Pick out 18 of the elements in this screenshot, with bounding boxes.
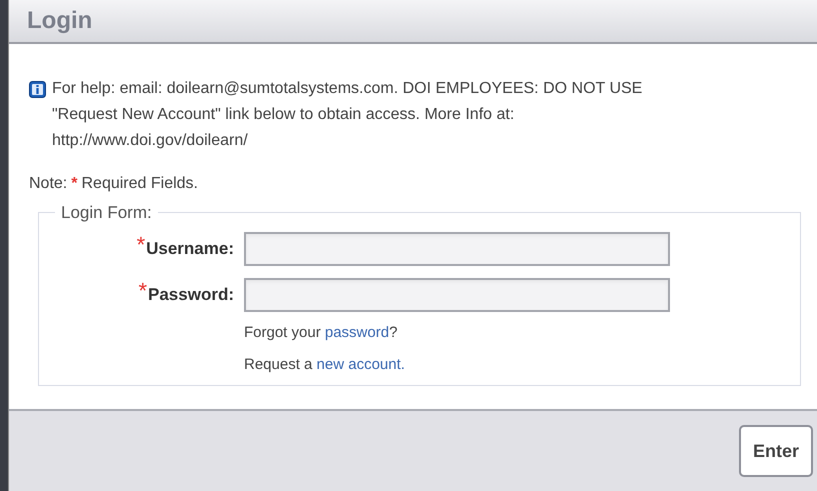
form-legend: Login Form:	[55, 200, 158, 226]
username-field[interactable]	[244, 232, 670, 266]
info-icon	[29, 81, 46, 98]
field-label: Password:	[148, 284, 234, 306]
field-label: Username:	[146, 238, 234, 260]
help-text: For help: email: doilearn@sumtotalsystems.com. DOI EMPLOYEES: DO NOT USE "Request New Account" link below to obtain access. More Info at: http://www.doi.gov/doilearn/	[52, 79, 644, 151]
note-text: Required Fields.	[81, 174, 198, 194]
enter-button[interactable]: Enter	[738, 425, 813, 477]
password-link[interactable]: password	[324, 324, 390, 340]
password-field[interactable]	[244, 278, 670, 312]
account-link-text: Request a new account.	[244, 355, 406, 375]
required-marker: *	[138, 282, 148, 300]
required-marker: *	[71, 174, 78, 194]
window-title: Login	[27, 6, 92, 36]
new-account-link[interactable]: new account.	[316, 356, 405, 373]
note-label: Note:	[29, 174, 68, 194]
required-marker: *	[136, 236, 146, 254]
account-link-text: Forgot your password?	[244, 322, 398, 342]
